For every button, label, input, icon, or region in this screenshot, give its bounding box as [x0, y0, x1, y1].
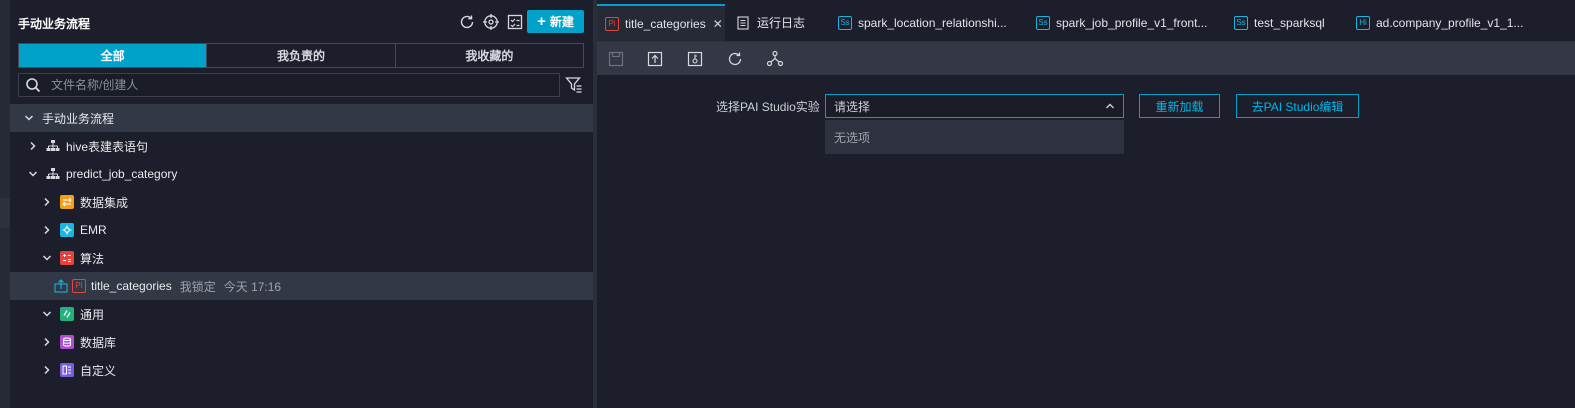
reload-icon[interactable] [725, 49, 745, 69]
chevron-down-icon [28, 171, 38, 177]
workflow-icon [46, 140, 60, 151]
database-icon [60, 335, 74, 349]
custom-icon [60, 363, 74, 377]
experiment-select-label: 选择PAI Studio实验 [716, 100, 820, 114]
chevron-down-icon [42, 255, 52, 261]
tab-spark-job-profile[interactable]: Ss spark_job_profile_v1_front... [1036, 4, 1207, 41]
sparksql-icon: Ss [1036, 15, 1050, 30]
tab-label: spark_job_profile_v1_front... [1056, 15, 1208, 30]
sparksql-icon: Ss [1234, 15, 1248, 30]
chevron-right-icon [44, 365, 50, 375]
edge-marker [0, 198, 10, 228]
filter-segment: 全部 我负责的 我收藏的 [18, 43, 584, 68]
tree-item-label: predict_job_category [66, 167, 178, 181]
sidebar-header: 手动业务流程 + 新建 [10, 0, 593, 42]
chevron-down-icon [24, 115, 34, 121]
checklist-icon[interactable] [506, 13, 524, 31]
chevron-right-icon [30, 141, 36, 151]
locate-icon[interactable] [482, 13, 500, 31]
tab-company-profile[interactable]: Hi ad.company_profile_v1_1... [1356, 4, 1523, 41]
new-button-label: 新建 [549, 15, 574, 29]
reload-button[interactable]: 重新加载 [1139, 94, 1220, 118]
submit-icon[interactable] [645, 49, 665, 69]
editor-area: Pi title_categories ✕ 运行日志 Ss spark_loca… [597, 0, 1575, 408]
chevron-right-icon [44, 197, 50, 207]
editor-toolbar [597, 42, 1575, 75]
tree-item-label: 算法 [80, 251, 105, 266]
lineage-icon[interactable] [765, 49, 785, 69]
chevron-up-icon [1106, 103, 1114, 109]
pai-file-icon: Pi [605, 16, 619, 31]
general-icon [60, 307, 74, 321]
tree-item-database[interactable]: 数据库 [10, 328, 593, 356]
filter-icon[interactable] [565, 76, 583, 97]
tree-root-label: 手动业务流程 [42, 111, 115, 126]
modified-time: 今天 17:16 [223, 279, 282, 294]
refresh-icon[interactable] [458, 13, 476, 31]
search-box [18, 73, 560, 97]
tree-item-label: hive表建表语句 [66, 139, 149, 154]
left-edge-strip [0, 0, 10, 408]
tree-item-label: 自定义 [80, 363, 117, 378]
segment-favorites[interactable]: 我收藏的 [396, 44, 583, 67]
plus-icon: + [537, 13, 546, 30]
tree-item-predict-job-category[interactable]: predict_job_category [10, 160, 593, 188]
tab-bar: Pi title_categories ✕ 运行日志 Ss spark_loca… [597, 0, 1575, 42]
segment-all[interactable]: 全部 [19, 44, 208, 67]
tree-item-data-integration[interactable]: 数据集成 [10, 188, 593, 216]
tree-item-custom[interactable]: 自定义 [10, 356, 593, 384]
tree-item-label: 数据库 [80, 335, 117, 350]
pai-file-icon: PI [72, 279, 86, 293]
new-button[interactable]: + 新建 [527, 10, 584, 33]
select-dropdown: 无选项 [825, 120, 1124, 154]
close-icon[interactable]: ✕ [713, 17, 723, 31]
hive-icon: Hi [1356, 15, 1370, 30]
emr-icon [60, 223, 74, 237]
pai-config-panel: 选择PAI Studio实验 请选择 无选项 重新加载 去PAI Studio编… [597, 75, 1575, 408]
tree-item-title-categories[interactable]: PI title_categories 我锁定 今天 17:16 [10, 272, 593, 300]
tree-item-label: 数据集成 [80, 195, 129, 210]
tab-label: 运行日志 [757, 16, 806, 30]
save-icon[interactable] [606, 49, 626, 69]
file-tree: 手动业务流程 hive表建表语句 predict_job_category 数据… [10, 104, 593, 384]
search-input[interactable] [51, 78, 531, 92]
tab-label: spark_location_relationshi... [858, 15, 1007, 30]
tree-item-hive[interactable]: hive表建表语句 [10, 132, 593, 160]
tree-item-general[interactable]: 通用 [10, 300, 593, 328]
steal-lock-icon[interactable] [685, 49, 705, 69]
segment-mine[interactable]: 我负责的 [207, 44, 396, 67]
tree-item-emr[interactable]: EMR [10, 216, 593, 244]
tree-item-label: EMR [80, 223, 107, 237]
sidebar-title: 手动业务流程 [18, 17, 91, 31]
tab-title-categories[interactable]: Pi title_categories ✕ [597, 4, 725, 41]
chevron-right-icon [44, 225, 50, 235]
lock-status: 我锁定 [179, 279, 216, 294]
sidebar: 手动业务流程 + 新建 全部 我负责的 我收藏的 文件名称/创建人 手动业务流程… [10, 0, 593, 408]
data-integration-icon [60, 195, 74, 209]
no-option-text: 无选项 [834, 130, 871, 145]
select-placeholder: 请选择 [834, 99, 871, 114]
sparksql-icon: Ss [838, 15, 852, 30]
workflow-icon [46, 168, 60, 179]
tab-test-sparksql[interactable]: Ss test_sparksql [1234, 4, 1325, 41]
experiment-select[interactable]: 请选择 [825, 94, 1124, 118]
tree-item-label: 通用 [80, 307, 105, 322]
tab-label: test_sparksql [1254, 15, 1325, 30]
tab-spark-location[interactable]: Ss spark_location_relationshi... [838, 4, 1007, 41]
ide-window: 手动业务流程 + 新建 全部 我负责的 我收藏的 文件名称/创建人 手动业务流程… [0, 0, 1575, 408]
tree-item-algorithm[interactable]: 算法 [10, 244, 593, 272]
log-icon [737, 15, 749, 30]
tab-label: title_categories [625, 16, 706, 31]
chevron-right-icon [44, 337, 50, 347]
tree-item-label: title_categories [91, 279, 172, 293]
tab-label: ad.company_profile_v1_1... [1376, 15, 1524, 30]
chevron-down-icon [42, 311, 52, 317]
search-icon [26, 78, 41, 93]
tree-root[interactable]: 手动业务流程 [10, 104, 593, 132]
algorithm-icon [60, 251, 74, 265]
commit-icon [54, 279, 68, 293]
tab-run-log[interactable]: 运行日志 [736, 4, 805, 41]
edit-in-pai-studio-button[interactable]: 去PAI Studio编辑 [1236, 94, 1359, 118]
